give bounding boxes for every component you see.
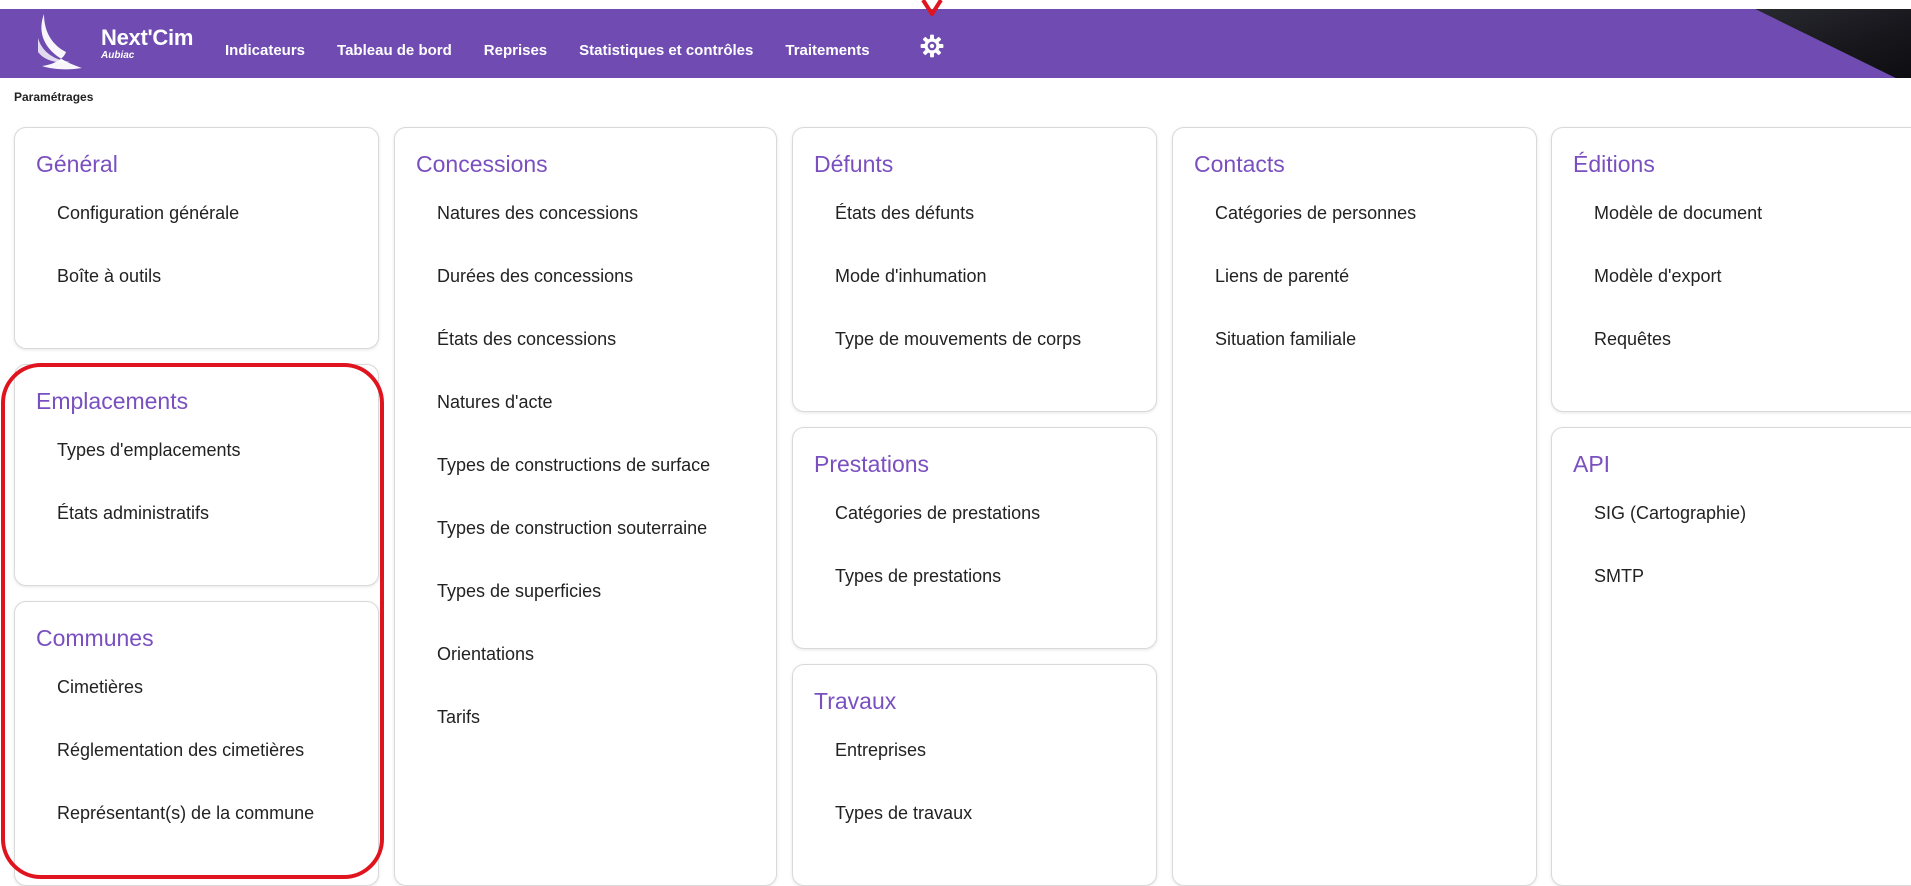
list-item-representants-commune[interactable]: Représentant(s) de la commune (57, 803, 314, 866)
list-item-mode-inhumation[interactable]: Mode d'inhumation (835, 266, 1081, 329)
list-item-etats-administratifs[interactable]: États administratifs (57, 503, 241, 566)
card-title: Emplacements (36, 388, 189, 414)
list-item-categories-personnes[interactable]: Catégories de personnes (1215, 203, 1416, 266)
list-item-liens-parente[interactable]: Liens de parenté (1215, 266, 1416, 329)
card-contacts: Contacts Catégories de personnes Liens d… (1172, 127, 1537, 886)
list-item-modele-document[interactable]: Modèle de document (1594, 203, 1762, 266)
list-item-cimetieres[interactable]: Cimetières (57, 677, 314, 740)
gear-icon[interactable] (919, 33, 945, 59)
nav-item-tableau-de-bord[interactable]: Tableau de bord (337, 42, 452, 59)
list-item-boite-a-outils[interactable]: Boîte à outils (57, 266, 239, 329)
list-item-natures-acte[interactable]: Natures d'acte (437, 392, 710, 455)
card-general: Général Configuration générale Boîte à o… (14, 127, 379, 349)
card-title: Contacts (1194, 151, 1285, 177)
brand-name: Next'Cim (101, 25, 194, 50)
top-navbar: Next'Cim Aubiac Indicateurs Tableau de b… (0, 9, 1911, 78)
list-item-types-constructions-surface[interactable]: Types de constructions de surface (437, 455, 710, 518)
list-item-durees-concessions[interactable]: Durées des concessions (437, 266, 710, 329)
card-api: API SIG (Cartographie) SMTP (1551, 427, 1911, 886)
list-item-situation-familiale[interactable]: Situation familiale (1215, 329, 1416, 392)
list-item-reglementation-cimetieres[interactable]: Réglementation des cimetières (57, 740, 314, 803)
card-communes: Communes Cimetières Réglementation des c… (14, 601, 379, 886)
list-item-types-construction-souterraine[interactable]: Types de construction souterraine (437, 518, 710, 581)
card-title: Communes (36, 625, 154, 651)
main-nav: Indicateurs Tableau de bord Reprises Sta… (225, 42, 902, 59)
card-title: Travaux (814, 688, 897, 714)
logo-icon[interactable] (34, 12, 84, 72)
list-item-tarifs[interactable]: Tarifs (437, 707, 710, 770)
card-title: Prestations (814, 451, 930, 477)
list-item-smtp[interactable]: SMTP (1594, 566, 1746, 629)
nav-item-indicateurs[interactable]: Indicateurs (225, 42, 305, 59)
list-item-type-mouvements-corps[interactable]: Type de mouvements de corps (835, 329, 1081, 392)
card-title: Éditions (1573, 151, 1655, 177)
card-title: API (1573, 451, 1611, 477)
card-concessions: Concessions Natures des concessions Duré… (394, 127, 777, 886)
list-item-etats-defunts[interactable]: États des défunts (835, 203, 1081, 266)
list-item-configuration-generale[interactable]: Configuration générale (57, 203, 239, 266)
list-item-types-superficies[interactable]: Types de superficies (437, 581, 710, 644)
card-defunts: Défunts États des défunts Mode d'inhumat… (792, 127, 1157, 412)
list-item-entreprises[interactable]: Entreprises (835, 740, 972, 803)
list-item-types-prestations[interactable]: Types de prestations (835, 566, 1040, 629)
nav-item-traitements[interactable]: Traitements (785, 42, 869, 59)
list-item-modele-export[interactable]: Modèle d'export (1594, 266, 1762, 329)
list-item-sig-cartographie[interactable]: SIG (Cartographie) (1594, 503, 1746, 566)
nav-item-statistiques[interactable]: Statistiques et contrôles (579, 42, 753, 59)
list-item-types-emplacements[interactable]: Types d'emplacements (57, 440, 241, 503)
annotation-arrow-icon (921, 0, 943, 16)
list-item-orientations[interactable]: Orientations (437, 644, 710, 707)
list-item-natures-concessions[interactable]: Natures des concessions (437, 203, 710, 266)
list-item-categories-prestations[interactable]: Catégories de prestations (835, 503, 1040, 566)
breadcrumb: Paramétrages (14, 90, 94, 104)
card-title: Général (36, 151, 118, 177)
brand-subtitle: Aubiac (101, 50, 135, 61)
card-editions: Éditions Modèle de document Modèle d'exp… (1551, 127, 1911, 412)
card-title: Défunts (814, 151, 894, 177)
list-item-types-travaux[interactable]: Types de travaux (835, 803, 972, 866)
card-prestations: Prestations Catégories de prestations Ty… (792, 427, 1157, 649)
card-title: Concessions (416, 151, 548, 177)
card-emplacements: Emplacements Types d'emplacements États … (14, 364, 379, 586)
card-travaux: Travaux Entreprises Types de travaux (792, 664, 1157, 886)
decorative-corner (1755, 9, 1911, 78)
list-item-etats-concessions[interactable]: États des concessions (437, 329, 710, 392)
nav-item-reprises[interactable]: Reprises (484, 42, 547, 59)
list-item-requetes[interactable]: Requêtes (1594, 329, 1762, 392)
brand[interactable]: Next'Cim Aubiac (101, 27, 193, 62)
